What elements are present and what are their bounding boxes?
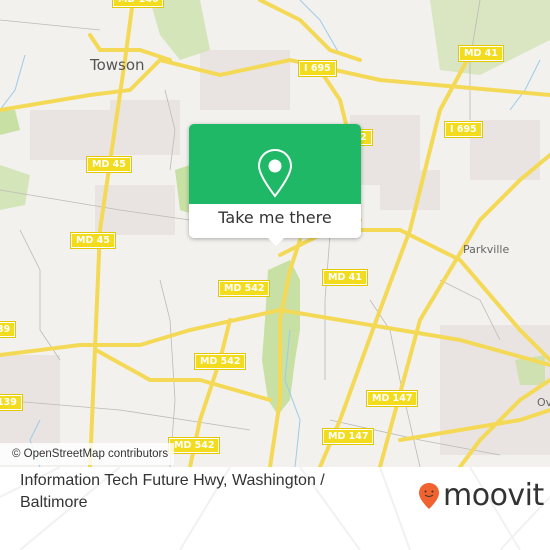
place-label: Parkville (463, 243, 510, 256)
moovit-pin-icon (419, 483, 439, 509)
address-text: Information Tech Future Hwy, Washington … (20, 472, 325, 511)
take-me-there-button[interactable]: Take me there (189, 204, 361, 238)
place-label: Ov (537, 396, 550, 409)
route-shield: 39 (0, 321, 17, 338)
take-me-there-popup[interactable]: Take me there (189, 124, 361, 246)
footer: Information Tech Future Hwy, Washington … (0, 467, 550, 550)
route-shield: MD 45 (70, 232, 116, 249)
route-shield: MD 542 (217, 280, 271, 297)
map[interactable]: Towson Parkville Ov MD 146 MD 45 MD 45 M… (0, 0, 550, 467)
popup-header[interactable] (189, 124, 361, 204)
route-shield: MD 41 (458, 45, 504, 62)
route-shield: I 695 (444, 121, 483, 138)
route-shield: MD 542 (193, 353, 247, 370)
moovit-logo[interactable]: moovit (418, 481, 544, 511)
brand-name: moovit (443, 478, 544, 513)
route-shield: MD 147 (365, 390, 419, 407)
place-label: Towson (90, 56, 145, 74)
route-shield: MD 41 (322, 269, 368, 286)
route-shield: I 695 (298, 60, 337, 77)
popup-tail (267, 237, 285, 246)
route-shield: MD 147 (321, 428, 375, 445)
route-shield: 139 (0, 394, 23, 411)
route-shield: MD 146 (111, 0, 165, 8)
route-shield: MD 542 (167, 437, 221, 454)
route-shield: MD 45 (86, 156, 132, 173)
map-pin-icon (257, 148, 293, 198)
map-attribution[interactable]: © OpenStreetMap contributors (0, 443, 175, 465)
